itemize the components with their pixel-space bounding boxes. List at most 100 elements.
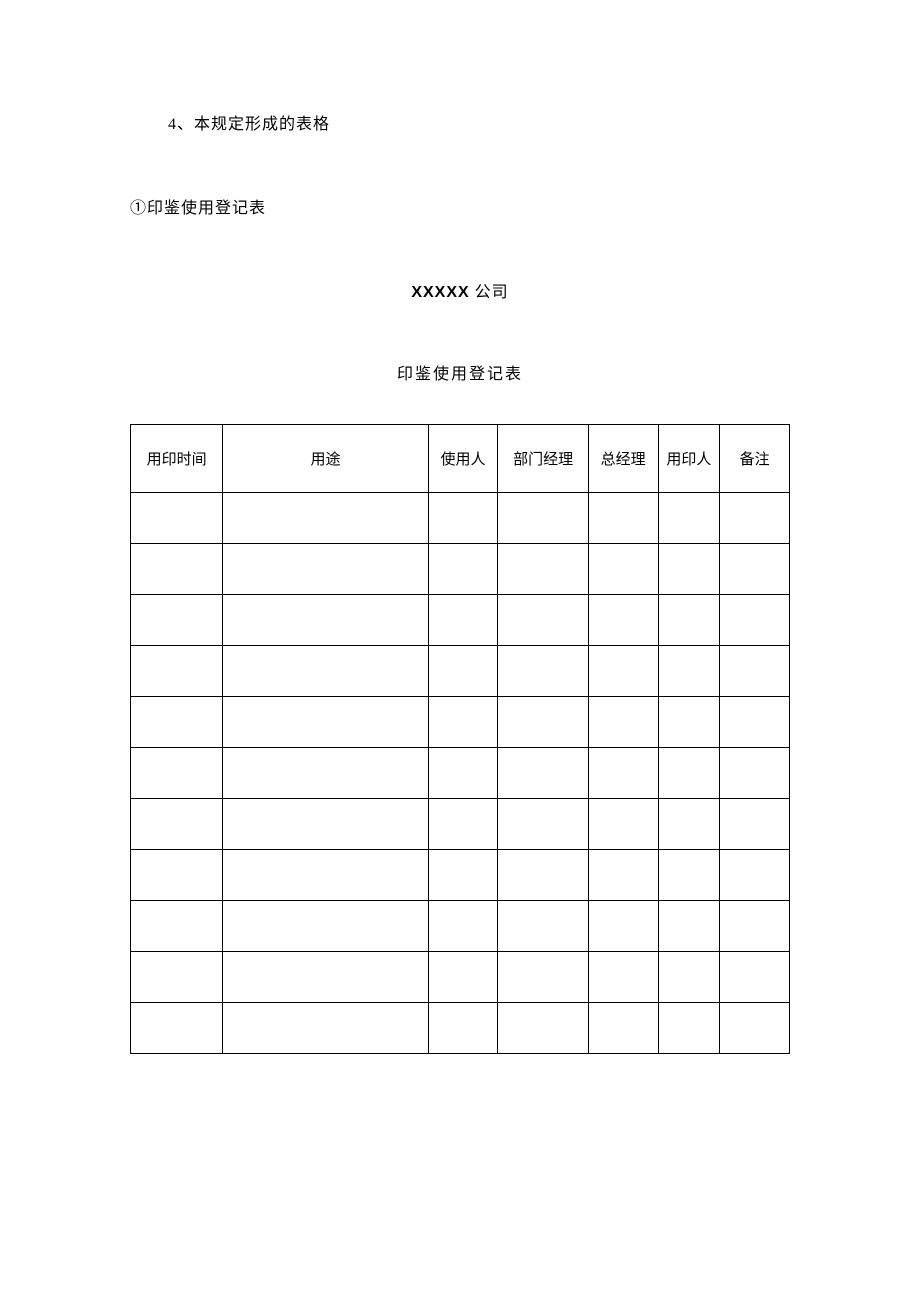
table-cell (720, 646, 790, 697)
table-cell (131, 595, 223, 646)
table-cell (428, 748, 498, 799)
table-cell (588, 901, 658, 952)
table-cell (223, 697, 428, 748)
table-cell (720, 697, 790, 748)
table-row (131, 697, 790, 748)
table-cell (498, 595, 588, 646)
table-cell (658, 544, 720, 595)
table-row (131, 1003, 790, 1054)
table-cell (428, 544, 498, 595)
table-cell (131, 748, 223, 799)
table-cell (498, 799, 588, 850)
table-row (131, 748, 790, 799)
table-header-row: 用印时间 用途 使用人 部门经理 总经理 用印人 备注 (131, 425, 790, 493)
sub-heading: ①印鉴使用登记表 (130, 194, 790, 218)
header-general-manager: 总经理 (588, 425, 658, 493)
table-cell (131, 901, 223, 952)
table-cell (588, 646, 658, 697)
company-name: XXXXX 公司 (130, 278, 790, 302)
table-cell (428, 1003, 498, 1054)
table-cell (223, 748, 428, 799)
table-cell (658, 1003, 720, 1054)
table-cell (428, 646, 498, 697)
registration-table: 用印时间 用途 使用人 部门经理 总经理 用印人 备注 (130, 424, 790, 1054)
table-cell (658, 493, 720, 544)
table-cell (428, 799, 498, 850)
table-cell (428, 850, 498, 901)
table-row (131, 850, 790, 901)
header-user: 使用人 (428, 425, 498, 493)
table-cell (223, 646, 428, 697)
table-cell (588, 493, 658, 544)
table-cell (588, 544, 658, 595)
table-cell (428, 697, 498, 748)
table-cell (658, 697, 720, 748)
table-cell (223, 1003, 428, 1054)
table-cell (658, 850, 720, 901)
table-cell (720, 748, 790, 799)
table-cell (720, 544, 790, 595)
table-body (131, 493, 790, 1054)
table-cell (223, 493, 428, 544)
table-row (131, 595, 790, 646)
table-cell (588, 952, 658, 1003)
table-row (131, 493, 790, 544)
table-cell (498, 1003, 588, 1054)
table-cell (720, 901, 790, 952)
table-cell (223, 595, 428, 646)
table-cell (223, 901, 428, 952)
table-row (131, 799, 790, 850)
header-purpose: 用途 (223, 425, 428, 493)
table-cell (428, 952, 498, 1003)
table-cell (588, 799, 658, 850)
table-cell (131, 799, 223, 850)
table-cell (428, 595, 498, 646)
table-cell (498, 952, 588, 1003)
table-cell (658, 748, 720, 799)
table-cell (498, 544, 588, 595)
table-cell (588, 1003, 658, 1054)
table-row (131, 952, 790, 1003)
table-cell (588, 850, 658, 901)
table-cell (720, 850, 790, 901)
table-cell (131, 646, 223, 697)
table-cell (223, 850, 428, 901)
table-row (131, 544, 790, 595)
table-cell (223, 544, 428, 595)
table-cell (498, 748, 588, 799)
table-cell (131, 850, 223, 901)
table-cell (658, 901, 720, 952)
table-cell (720, 493, 790, 544)
table-cell (658, 646, 720, 697)
table-cell (498, 646, 588, 697)
table-cell (588, 697, 658, 748)
table-cell (498, 850, 588, 901)
table-cell (131, 544, 223, 595)
table-cell (131, 952, 223, 1003)
table-cell (131, 1003, 223, 1054)
table-cell (498, 697, 588, 748)
table-row (131, 901, 790, 952)
table-cell (498, 493, 588, 544)
header-dept-manager: 部门经理 (498, 425, 588, 493)
company-name-prefix: XXXXX (411, 284, 469, 301)
table-cell (720, 952, 790, 1003)
table-cell (588, 595, 658, 646)
table-cell (428, 493, 498, 544)
table-cell (131, 493, 223, 544)
table-cell (658, 799, 720, 850)
header-time: 用印时间 (131, 425, 223, 493)
table-cell (720, 595, 790, 646)
table-row (131, 646, 790, 697)
table-cell (658, 952, 720, 1003)
table-cell (223, 952, 428, 1003)
table-cell (720, 1003, 790, 1054)
table-title: 印鉴使用登记表 (130, 360, 790, 384)
table-cell (131, 697, 223, 748)
table-cell (428, 901, 498, 952)
table-cell (498, 901, 588, 952)
header-sealer: 用印人 (658, 425, 720, 493)
company-name-suffix: 公司 (470, 284, 509, 301)
table-cell (658, 595, 720, 646)
table-cell (720, 799, 790, 850)
